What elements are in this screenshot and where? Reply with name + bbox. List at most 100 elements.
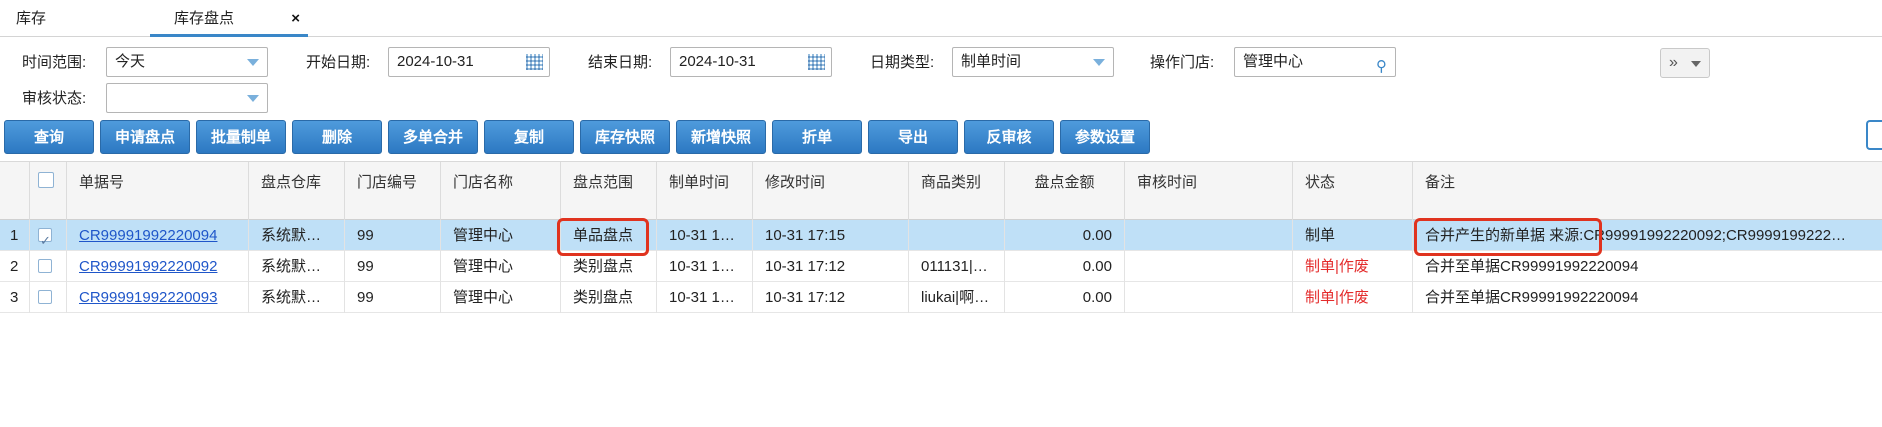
doc-no-cell: CR99991992220093: [67, 282, 249, 313]
query-button[interactable]: 查询: [4, 120, 94, 154]
amount-cell: 0.00: [1005, 251, 1125, 282]
col-modified[interactable]: 修改时间: [753, 162, 909, 220]
col-audit-time[interactable]: 审核时间: [1125, 162, 1293, 220]
doc-no-link[interactable]: CR99991992220094: [79, 227, 217, 244]
apply-count-button[interactable]: 申请盘点: [100, 120, 190, 154]
row-number: 1: [0, 220, 30, 251]
end-date-label: 结束日期:: [588, 54, 653, 71]
doc-no-link[interactable]: CR99991992220093: [79, 289, 217, 306]
chevron-down-icon: [247, 59, 259, 66]
close-icon[interactable]: ×: [291, 0, 300, 37]
end-date-input[interactable]: 2024-10-31: [670, 47, 832, 77]
category-cell: liukai|啊…: [909, 282, 1005, 313]
audit-status-select[interactable]: [106, 83, 268, 113]
split-button[interactable]: 折单: [772, 120, 862, 154]
time-range-label: 时间范围:: [22, 54, 87, 71]
doc-no-cell: CR99991992220094: [67, 220, 249, 251]
calendar-icon[interactable]: [526, 54, 543, 70]
created-cell: 10-31 1…: [657, 220, 753, 251]
row-checkbox[interactable]: [38, 259, 52, 273]
batch-create-button[interactable]: 批量制单: [196, 120, 286, 154]
store-label: 操作门店:: [1150, 54, 1215, 71]
double-chevron-right-icon: »: [1669, 54, 1678, 71]
audit-time-cell: [1125, 251, 1293, 282]
tab-inventory-count[interactable]: 库存盘点 ×: [150, 0, 308, 37]
warehouse-cell: 系统默…: [249, 220, 345, 251]
copy-button[interactable]: 复制: [484, 120, 574, 154]
status-cell: 制单|作废: [1293, 282, 1413, 313]
status-cell: 制单|作废: [1293, 251, 1413, 282]
row-checkbox[interactable]: [38, 290, 52, 304]
export-button[interactable]: 导出: [868, 120, 958, 154]
store-name-cell: 管理中心: [441, 251, 561, 282]
tab-label: 库存盘点: [174, 10, 235, 27]
warehouse-cell: 系统默…: [249, 251, 345, 282]
tab-label: 库存: [16, 10, 47, 27]
col-store-name[interactable]: 门店名称: [441, 162, 561, 220]
panel-toggle-icon[interactable]: [1866, 120, 1882, 150]
delete-button[interactable]: 删除: [292, 120, 382, 154]
status-cell: 制单: [1293, 220, 1413, 251]
date-type-value: 制单时间: [961, 53, 1022, 70]
audit-time-cell: [1125, 220, 1293, 251]
created-cell: 10-31 1…: [657, 282, 753, 313]
unaudit-button[interactable]: 反审核: [964, 120, 1054, 154]
chevron-down-icon: [1691, 61, 1701, 67]
note-cell: 合并至单据CR99991992220094: [1425, 289, 1639, 306]
table-header: 单据号 盘点仓库 门店编号 门店名称 盘点范围 制单时间 修改时间 商品类别 盘…: [0, 161, 1882, 220]
doc-no-link[interactable]: CR99991992220092: [79, 258, 217, 275]
col-warehouse[interactable]: 盘点仓库: [249, 162, 345, 220]
highlight-box-note: [1414, 218, 1602, 256]
row-number: 3: [0, 282, 30, 313]
created-cell: 10-31 1…: [657, 251, 753, 282]
settings-button[interactable]: 参数设置: [1060, 120, 1150, 154]
audit-status-label: 审核状态:: [22, 90, 87, 107]
col-status[interactable]: 状态: [1293, 162, 1413, 220]
select-all-checkbox[interactable]: [38, 172, 54, 188]
tab-bar: 库存 库存盘点 ×: [0, 0, 1882, 37]
store-input[interactable]: 管理中心 ⚲: [1234, 47, 1396, 77]
time-range-value: 今天: [115, 53, 146, 70]
search-icon[interactable]: ⚲: [1376, 53, 1387, 81]
highlight-box-scope: [557, 218, 649, 256]
col-doc-no[interactable]: 单据号: [67, 162, 249, 220]
store-name-cell: 管理中心: [441, 282, 561, 313]
more-filters-button[interactable]: »: [1660, 48, 1710, 78]
date-type-select[interactable]: 制单时间: [952, 47, 1114, 77]
start-date-value: 2024-10-31: [397, 53, 474, 70]
row-checkbox[interactable]: [38, 225, 52, 251]
warehouse-cell: 系统默…: [249, 282, 345, 313]
table-row[interactable]: 2 CR99991992220092 系统默… 99 管理中心 类别盘点 10-…: [0, 251, 1882, 282]
row-number: 2: [0, 251, 30, 282]
col-note[interactable]: 备注: [1413, 162, 1882, 220]
col-amount[interactable]: 盘点金额: [1005, 162, 1125, 220]
category-cell: [909, 220, 1005, 251]
tab-inventory[interactable]: 库存: [0, 0, 150, 37]
store-value: 管理中心: [1243, 53, 1304, 70]
chevron-down-icon: [247, 95, 259, 102]
store-name-cell: 管理中心: [441, 220, 561, 251]
col-category[interactable]: 商品类别: [909, 162, 1005, 220]
row-select-cell: [30, 282, 67, 313]
start-date-input[interactable]: 2024-10-31: [388, 47, 550, 77]
date-type-label: 日期类型:: [870, 54, 935, 71]
add-snapshot-button[interactable]: 新增快照: [676, 120, 766, 154]
audit-time-cell: [1125, 282, 1293, 313]
store-no-cell: 99: [345, 282, 441, 313]
col-scope[interactable]: 盘点范围: [561, 162, 657, 220]
col-store-no[interactable]: 门店编号: [345, 162, 441, 220]
time-range-select[interactable]: 今天: [106, 47, 268, 77]
snapshot-button[interactable]: 库存快照: [580, 120, 670, 154]
store-no-cell: 99: [345, 251, 441, 282]
store-no-cell: 99: [345, 220, 441, 251]
category-cell: 011131|…: [909, 251, 1005, 282]
calendar-icon[interactable]: [808, 54, 825, 70]
table-row[interactable]: 3 CR99991992220093 系统默… 99 管理中心 类别盘点 10-…: [0, 282, 1882, 313]
row-number-header: [0, 162, 30, 220]
amount-cell: 0.00: [1005, 220, 1125, 251]
doc-no-cell: CR99991992220092: [67, 251, 249, 282]
col-created[interactable]: 制单时间: [657, 162, 753, 220]
merge-button[interactable]: 多单合并: [388, 120, 478, 154]
modified-cell: 10-31 17:12: [753, 251, 909, 282]
chevron-down-icon: [1093, 59, 1105, 66]
